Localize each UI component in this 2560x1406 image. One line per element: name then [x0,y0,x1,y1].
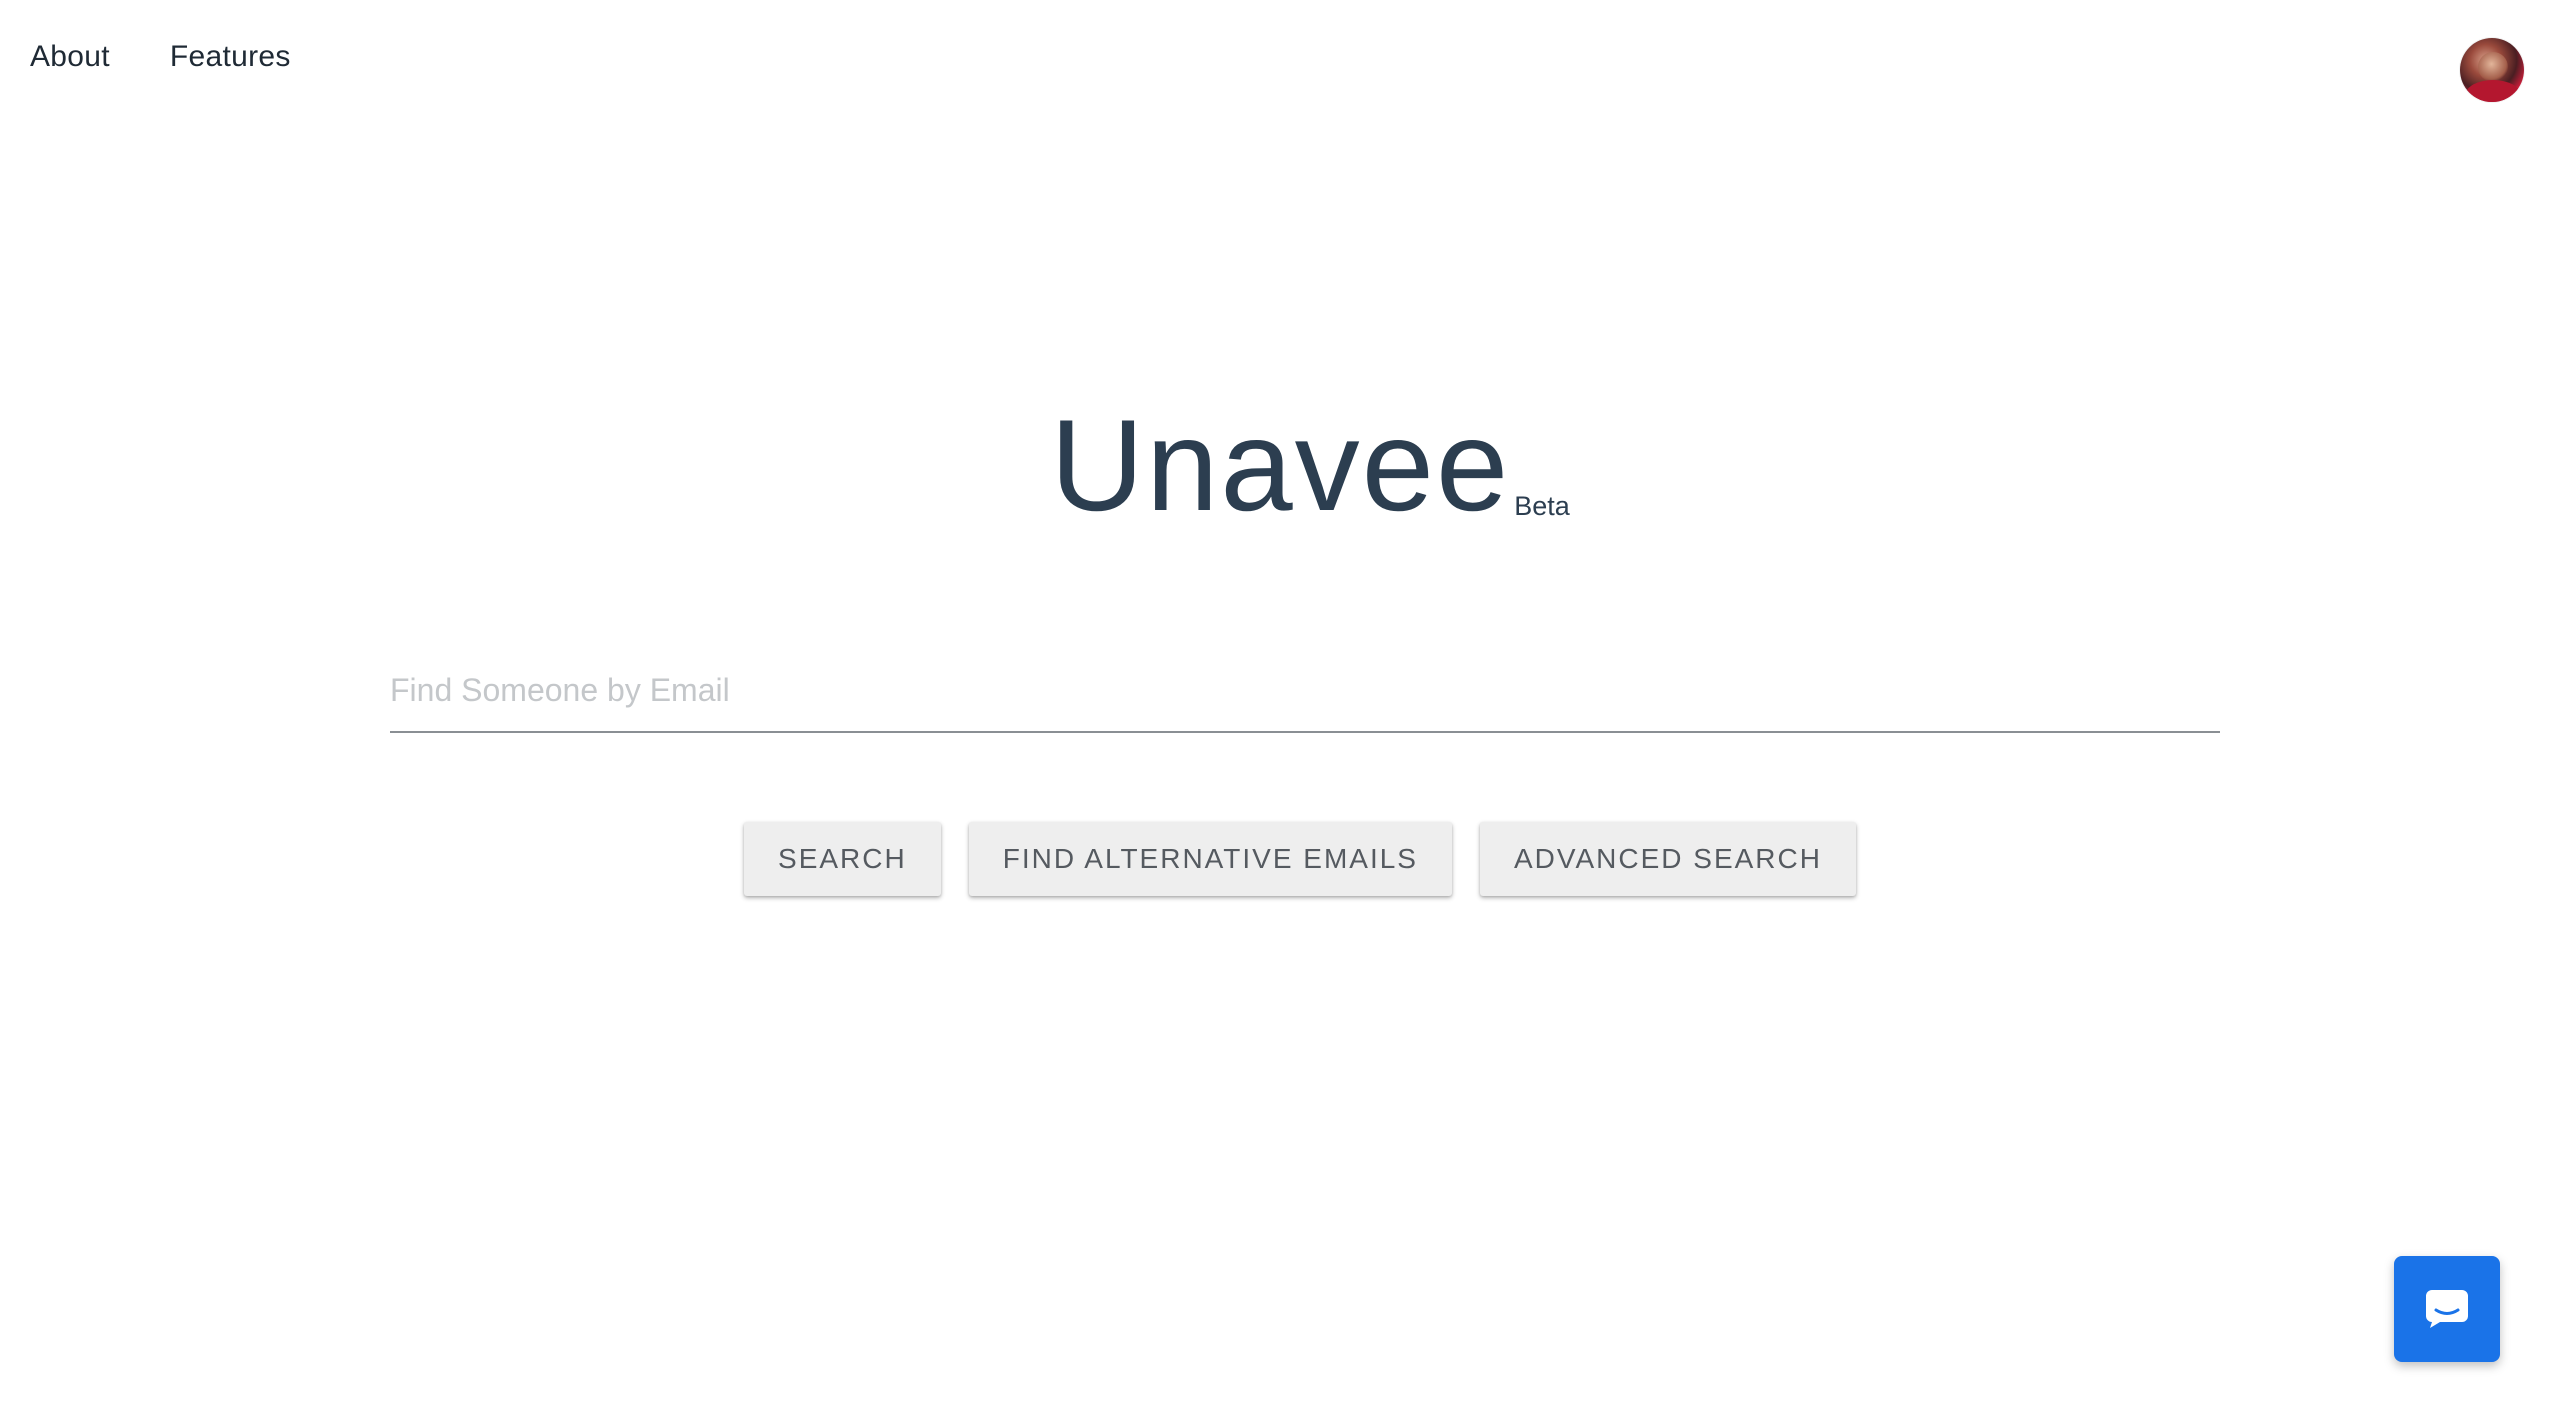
brand: Unavee Beta [0,400,2560,530]
nav-link-features[interactable]: Features [170,40,291,74]
find-alternative-emails-button[interactable]: FIND ALTERNATIVE EMAILS [968,822,1452,896]
advanced-search-button[interactable]: ADVANCED SEARCH [1479,822,1856,896]
email-search-input[interactable] [390,658,2220,733]
beta-badge: Beta [1514,491,1570,521]
page: About Features Unavee Beta SEARCH FIND A… [0,0,2560,1406]
top-nav: About Features [30,40,291,74]
avatar-shirt [2466,80,2520,102]
avatar-face [2478,52,2508,82]
nav-link-about[interactable]: About [30,40,110,74]
chat-bubble-icon [2426,1290,2468,1328]
avatar[interactable] [2460,38,2524,102]
search-field-wrapper [390,658,2220,733]
brand-inner: Unavee Beta [1050,400,1570,530]
chat-button[interactable] [2394,1256,2500,1362]
action-buttons: SEARCH FIND ALTERNATIVE EMAILS ADVANCED … [20,822,2560,896]
brand-title: Unavee [1050,392,1511,538]
search-button[interactable]: SEARCH [744,822,941,896]
